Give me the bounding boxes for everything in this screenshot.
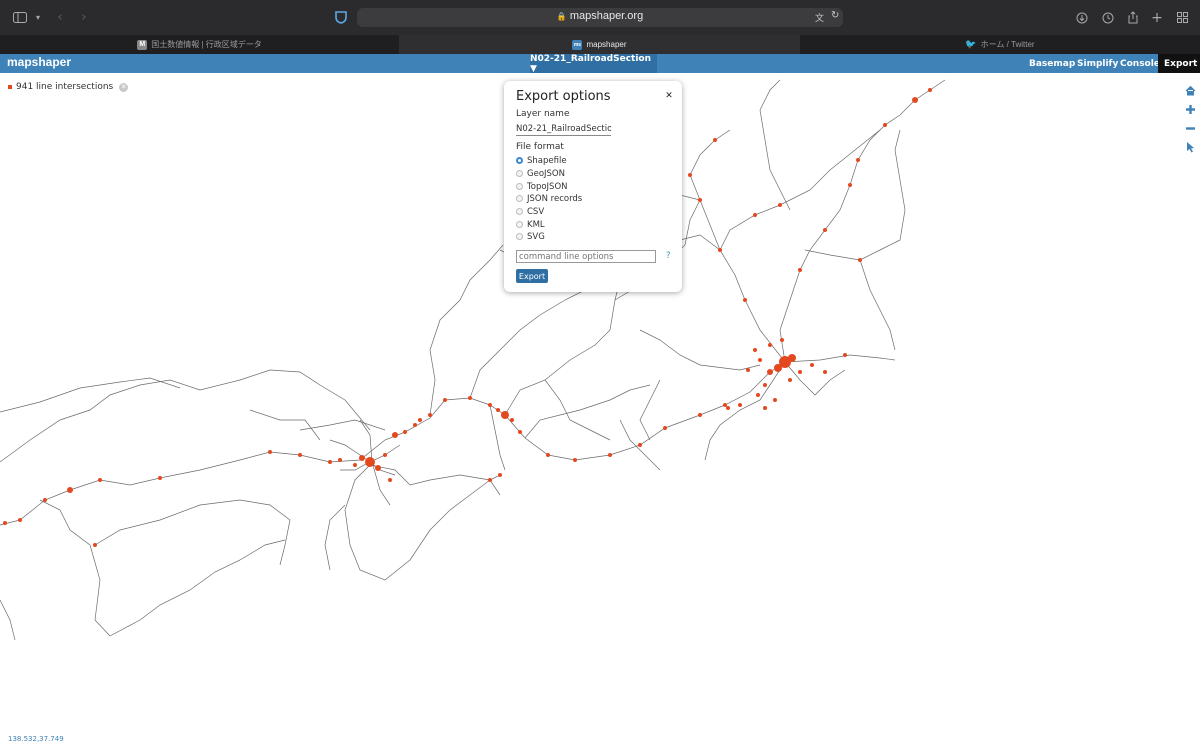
format-label: TopoJSON <box>527 181 568 192</box>
radio-icon[interactable] <box>516 233 523 240</box>
file-format-label: File format <box>516 142 564 152</box>
format-option-geojson[interactable]: GeoJSON <box>516 168 565 179</box>
format-option-topojson[interactable]: TopoJSON <box>516 181 568 192</box>
app-logo: mapshaper <box>7 55 72 69</box>
sidebar-toggle-icon[interactable] <box>12 9 28 26</box>
format-label: KML <box>527 219 545 230</box>
shield-icon[interactable] <box>334 9 348 26</box>
intersections-indicator[interactable]: 941 line intersections ✕ <box>8 82 129 92</box>
coordinate-readout: 138.532,37.749 <box>8 735 64 743</box>
railroad-lines <box>0 79 946 641</box>
menu-basemap[interactable]: Basemap <box>1029 54 1075 73</box>
layer-name-input[interactable] <box>516 123 611 136</box>
history-icon[interactable] <box>1101 9 1115 26</box>
tab-twitter[interactable]: 🐦 ホーム / Twitter <box>800 35 1200 54</box>
zoom-in-icon[interactable] <box>1184 103 1196 115</box>
pointer-tool-icon[interactable] <box>1184 141 1196 153</box>
url-label: mapshaper.org <box>569 10 644 22</box>
tab-overview-icon[interactable] <box>1175 9 1189 26</box>
new-tab-icon[interactable]: + <box>1151 9 1163 26</box>
close-icon[interactable]: ✕ <box>664 91 674 101</box>
url-text: 🔒 mapshaper.org <box>357 10 843 22</box>
tab-kokudo[interactable]: M 国土数値情報 | 行政区域データ <box>0 35 399 54</box>
map-tools <box>1184 84 1198 160</box>
dialog-title: Export options <box>516 89 611 104</box>
home-icon[interactable] <box>1184 84 1196 96</box>
format-option-json-records[interactable]: JSON records <box>516 193 582 204</box>
command-line-options-input[interactable] <box>516 250 656 263</box>
forward-icon[interactable]: › <box>79 9 89 26</box>
m-favicon-icon: M <box>137 39 148 50</box>
tab-label: mapshaper <box>586 40 627 49</box>
zoom-out-icon[interactable] <box>1184 122 1196 134</box>
address-bar[interactable]: 🔒 mapshaper.org 文 ↻ <box>357 8 843 27</box>
format-label: JSON records <box>527 193 583 204</box>
close-icon[interactable]: ✕ <box>119 82 129 92</box>
app-header: mapshaper N02-21_RailroadSection ▼ Basem… <box>0 54 1200 74</box>
radio-checked-icon[interactable] <box>516 157 523 164</box>
radio-icon[interactable] <box>516 208 523 215</box>
tab-label: ホーム / Twitter <box>980 40 1035 49</box>
layer-name-label: Layer name <box>516 109 570 119</box>
help-link[interactable]: ? <box>666 251 671 261</box>
format-option-shapefile[interactable]: Shapefile <box>516 155 567 166</box>
twitter-icon: 🐦 <box>965 39 977 49</box>
format-option-csv[interactable]: CSV <box>516 206 544 217</box>
mapshaper-favicon-icon: ms <box>572 39 583 50</box>
browser-toolbar: ▾ ‹ › 🔒 mapshaper.org 文 ↻ + <box>0 0 1200 35</box>
menu-console[interactable]: Console <box>1120 54 1160 73</box>
menu-export[interactable]: Export <box>1158 54 1200 73</box>
reload-icon[interactable]: ↻ <box>831 10 839 21</box>
translate-icon[interactable]: 文 <box>815 11 824 24</box>
format-option-svg[interactable]: SVG <box>516 231 545 242</box>
tab-label: 国土数値情報 | 行政区域データ <box>151 40 262 49</box>
radio-icon[interactable] <box>516 221 523 228</box>
layer-menu-button[interactable]: N02-21_RailroadSection ▼ <box>530 54 657 74</box>
intersection-points <box>3 88 932 547</box>
intersections-label: 941 line intersections <box>16 82 114 92</box>
format-label: Shapefile <box>527 155 567 166</box>
export-dialog: Export options ✕ Layer name File format … <box>504 81 682 292</box>
chevron-down-icon[interactable]: ▾ <box>33 9 43 26</box>
intersection-dot-icon <box>8 85 12 89</box>
radio-icon[interactable] <box>516 170 523 177</box>
radio-icon[interactable] <box>516 195 523 202</box>
lock-icon: 🔒 <box>556 12 567 21</box>
tab-bar: M 国土数値情報 | 行政区域データ ms mapshaper 🐦 ホーム / … <box>0 35 1200 54</box>
radio-icon[interactable] <box>516 183 523 190</box>
tab-mapshaper[interactable]: ms mapshaper <box>399 35 800 54</box>
format-option-kml[interactable]: KML <box>516 219 545 230</box>
format-label: GeoJSON <box>527 168 565 179</box>
format-label: CSV <box>527 206 545 217</box>
share-icon[interactable] <box>1126 9 1140 26</box>
download-icon[interactable] <box>1075 9 1089 26</box>
export-button[interactable]: Export <box>516 269 548 283</box>
back-icon[interactable]: ‹ <box>55 9 65 26</box>
menu-simplify[interactable]: Simplify <box>1077 54 1118 73</box>
format-label: SVG <box>527 231 545 242</box>
